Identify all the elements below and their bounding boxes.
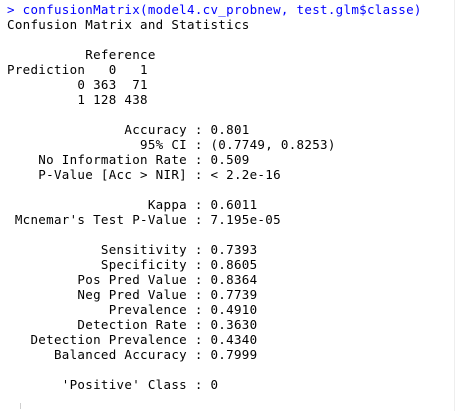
stat-pos-pred-value: Pos Pred Value : 0.8364 xyxy=(7,272,258,287)
console-right-edge xyxy=(454,0,455,411)
matrix-row-1: 1 128 438 xyxy=(7,92,148,107)
positive-class-line: 'Positive' Class : 0 xyxy=(7,377,219,392)
output-heading: Confusion Matrix and Statistics xyxy=(7,17,250,32)
console-command-line: > confusionMatrix(model4.cv_probnew, tes… xyxy=(7,2,422,17)
matrix-reference-header: Reference xyxy=(7,47,156,62)
stat-detection-rate: Detection Rate : 0.3630 xyxy=(7,317,258,332)
matrix-row-0: 0 363 71 xyxy=(7,77,148,92)
stat-prevalence: Prevalence : 0.4910 xyxy=(7,302,258,317)
stat-accuracy: Accuracy : 0.801 xyxy=(7,122,250,137)
stat-kappa: Kappa : 0.6011 xyxy=(7,197,258,212)
stat-mcnemar-p-value: Mcnemar's Test P-Value : 7.195e-05 xyxy=(7,212,281,227)
stat-p-value-acc-nir: P-Value [Acc > NIR] : < 2.2e-16 xyxy=(7,167,281,182)
stat-balanced-accuracy: Balanced Accuracy : 0.7999 xyxy=(7,347,258,362)
stat-specificity: Specificity : 0.8605 xyxy=(7,257,258,272)
matrix-column-header: Prediction 0 1 xyxy=(7,62,148,77)
stat-95-ci: 95% CI : (0.7749, 0.8253) xyxy=(7,137,336,152)
stat-sensitivity: Sensitivity : 0.7393 xyxy=(7,242,258,257)
stat-no-information-rate: No Information Rate : 0.509 xyxy=(7,152,250,167)
stat-neg-pred-value: Neg Pred Value : 0.7739 xyxy=(7,287,258,302)
console-right-margin xyxy=(455,0,471,411)
r-console-output[interactable]: > confusionMatrix(model4.cv_probnew, tes… xyxy=(0,0,471,411)
console-cursor-mark xyxy=(20,403,21,409)
stat-detection-prevalence: Detection Prevalence : 0.4340 xyxy=(7,332,258,347)
